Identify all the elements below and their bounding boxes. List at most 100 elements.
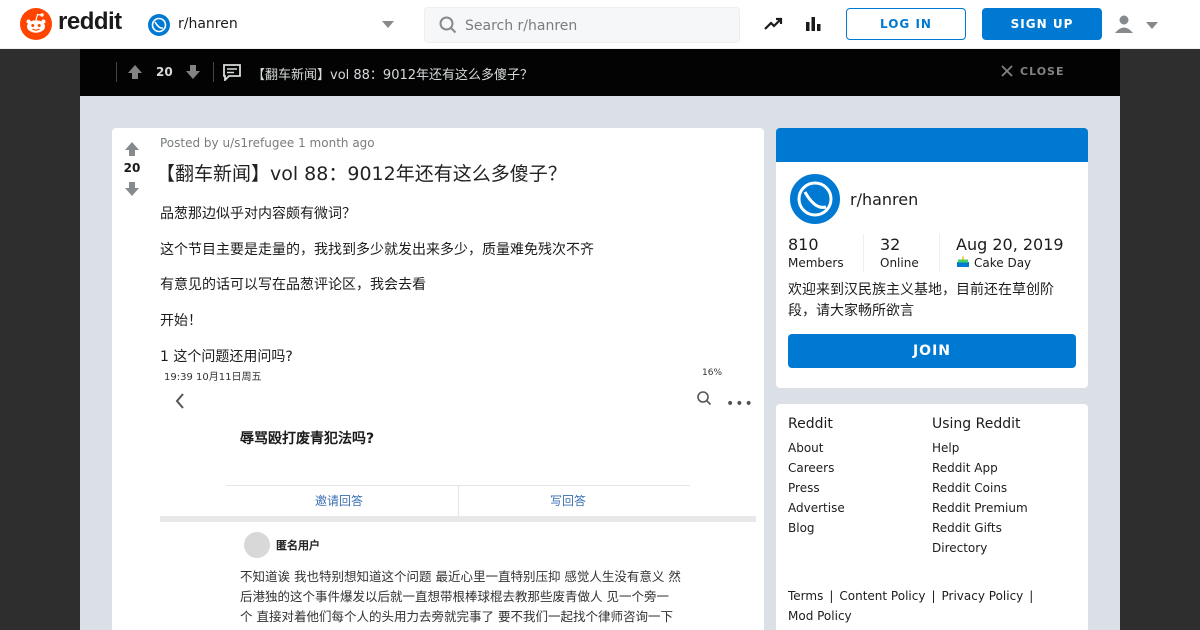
footer-link-reddit-gifts[interactable]: Reddit Gifts (932, 518, 1028, 538)
post-overlay-bar: 20 【翻车新闻】vol 88：9012年还有这么多傻子？ CLOSE (80, 49, 1120, 96)
community-card: r/hanren 810 Members 32 Online Aug 20, 2… (776, 128, 1088, 388)
back-arrow-icon (175, 393, 184, 409)
trending-icon[interactable] (762, 13, 784, 35)
divider (458, 486, 459, 516)
answer-line: 个 直接对着他们每个人的头用力去旁就完事了 要不我们一起找个律师咨询一下 (240, 609, 673, 624)
post-paragraph: 品葱那边似乎对内容颇有微词？ (160, 206, 356, 222)
community-banner (776, 128, 1088, 162)
close-button[interactable]: CLOSE (1001, 65, 1065, 78)
close-label: CLOSE (1020, 65, 1065, 78)
footer-link-reddit-premium[interactable]: Reddit Premium (932, 498, 1028, 518)
cake-day-label: Cake Day (974, 256, 1032, 270)
subreddit-dropdown[interactable]: r/hanren (148, 12, 400, 38)
close-icon (1001, 65, 1013, 77)
reddit-links-column: Reddit About Careers Press Advertise Blo… (788, 416, 845, 538)
separator: | (1029, 589, 1034, 603)
online-label: Online (880, 256, 919, 270)
comment-icon (223, 64, 241, 81)
anon-username: 匿名用户 (276, 539, 320, 552)
signup-button[interactable]: SIGN UP (982, 8, 1102, 40)
search-input[interactable] (465, 16, 725, 36)
avatar (244, 532, 270, 558)
footer-link-help[interactable]: Help (932, 438, 1028, 458)
join-button[interactable]: JOIN (788, 334, 1076, 368)
divider (116, 62, 117, 82)
downvote-icon[interactable] (123, 180, 141, 198)
policy-links: Terms | Content Policy | Privacy Policy | Mod … (788, 586, 1078, 626)
search-icon (697, 391, 712, 406)
vote-score: 20 (123, 161, 141, 175)
search-bar[interactable] (424, 7, 740, 43)
members-count: 810 (788, 235, 819, 254)
footer-link-press[interactable]: Press (788, 478, 845, 498)
footer-link-about[interactable]: About (788, 438, 845, 458)
post-paragraph: 1 这个问题还用问吗? (160, 349, 293, 365)
user-icon (1115, 15, 1133, 33)
members-label: Members (788, 256, 844, 270)
online-stat: 32 Online (880, 235, 919, 270)
post-title: 【翻车新闻】vol 88：9012年还有这么多傻子？ (156, 163, 567, 185)
post-paragraph: 这个节目主要是走量的，我找到多少就发出来多少，质量难免残次不齐 (160, 242, 594, 258)
upvote-icon[interactable] (123, 140, 141, 158)
footer-link-terms[interactable]: Terms (788, 589, 823, 603)
downvote-icon[interactable] (184, 63, 202, 81)
footer-link-blog[interactable]: Blog (788, 518, 845, 538)
post-embedded-image[interactable]: 19:39 10月11日周五 16% ••• 辱骂殴打废青犯法吗? 邀请回答 写… (160, 366, 756, 630)
post-meta: Posted by u/s1refugee 1 month ago (160, 136, 375, 150)
community-name[interactable]: r/hanren (850, 190, 918, 209)
footer-link-reddit-coins[interactable]: Reddit Coins (932, 478, 1028, 498)
subreddit-name: r/hanren (178, 16, 238, 32)
user-menu-dropdown[interactable] (1112, 12, 1162, 38)
separator: | (931, 589, 936, 603)
reddit-wordmark[interactable]: reddit (58, 8, 122, 36)
chevron-down-icon (382, 21, 394, 28)
post-author-link[interactable]: u/s1refugee (222, 136, 294, 150)
members-stat: 810 Members (788, 235, 844, 270)
status-bar-battery: 16% (702, 368, 723, 378)
subreddit-icon (148, 14, 170, 36)
divider (939, 234, 940, 272)
footer-link-reddit-app[interactable]: Reddit App (932, 458, 1028, 478)
online-count: 32 (880, 235, 901, 254)
footer-link-privacy-policy[interactable]: Privacy Policy (942, 589, 1024, 603)
footer-link-mod-policy[interactable]: Mod Policy (788, 609, 852, 623)
divider (160, 516, 756, 522)
footer-links-card: Reddit About Careers Press Advertise Blo… (776, 404, 1088, 630)
subreddit-icon[interactable] (788, 172, 842, 226)
using-reddit-links-column: Using Reddit Help Reddit App Reddit Coin… (932, 416, 1028, 558)
top-header: reddit r/hanren LOG IN SIGN UP (0, 0, 1200, 49)
post-paragraph: 有意见的话可以写在品葱评论区，我会去看 (160, 277, 426, 293)
post-time[interactable]: 1 month ago (298, 136, 375, 150)
upvote-icon[interactable] (126, 63, 144, 81)
post-paragraph: 开始！ (160, 313, 202, 329)
using-reddit-heading: Using Reddit (932, 416, 1021, 432)
more-options-icon: ••• (726, 396, 754, 412)
posted-by-label: Posted by (160, 136, 219, 150)
vote-column: 20 (112, 128, 152, 630)
reddit-logo-icon[interactable] (20, 8, 52, 40)
chevron-down-icon (1146, 22, 1158, 29)
reddit-links-heading: Reddit (788, 416, 833, 432)
write-answer-label: 写回答 (550, 494, 587, 508)
community-description: 欢迎来到汉民族主义基地，目前还在草创阶段，请大家畅所欲言 (788, 282, 1054, 319)
footer-link-careers[interactable]: Careers (788, 458, 845, 478)
answer-line: 后港独的这个事件爆发以后就一直想带根棒球棍去教那些废青做人 见一个旁一 (240, 589, 669, 604)
footer-link-content-policy[interactable]: Content Policy (839, 589, 925, 603)
status-bar-time: 19:39 10月11日周五 (164, 372, 262, 383)
vote-score: 20 (156, 65, 173, 79)
separator: | (829, 589, 834, 603)
login-button[interactable]: LOG IN (846, 8, 966, 40)
cake-icon (957, 256, 969, 267)
divider (213, 62, 214, 82)
search-icon (439, 16, 457, 34)
invite-answer-label: 邀请回答 (315, 494, 364, 508)
footer-link-directory[interactable]: Directory (932, 538, 1028, 558)
overlay-post-title: 【翻车新闻】vol 88：9012年还有这么多傻子？ (252, 68, 534, 83)
screenshot-question: 辱骂殴打废青犯法吗? (240, 431, 375, 447)
answer-line: 不知道诶 我也特别想知道这个问题 最近心里一直特别压抑 感觉人生没有意义 然 (240, 569, 681, 584)
stats-icon[interactable] (802, 13, 824, 35)
footer-link-advertise[interactable]: Advertise (788, 498, 845, 518)
divider (863, 234, 864, 272)
cake-day-row: Cake Day (956, 256, 1064, 270)
post-card: 20 Posted by u/s1refugee 1 month ago 【翻车… (112, 128, 764, 630)
